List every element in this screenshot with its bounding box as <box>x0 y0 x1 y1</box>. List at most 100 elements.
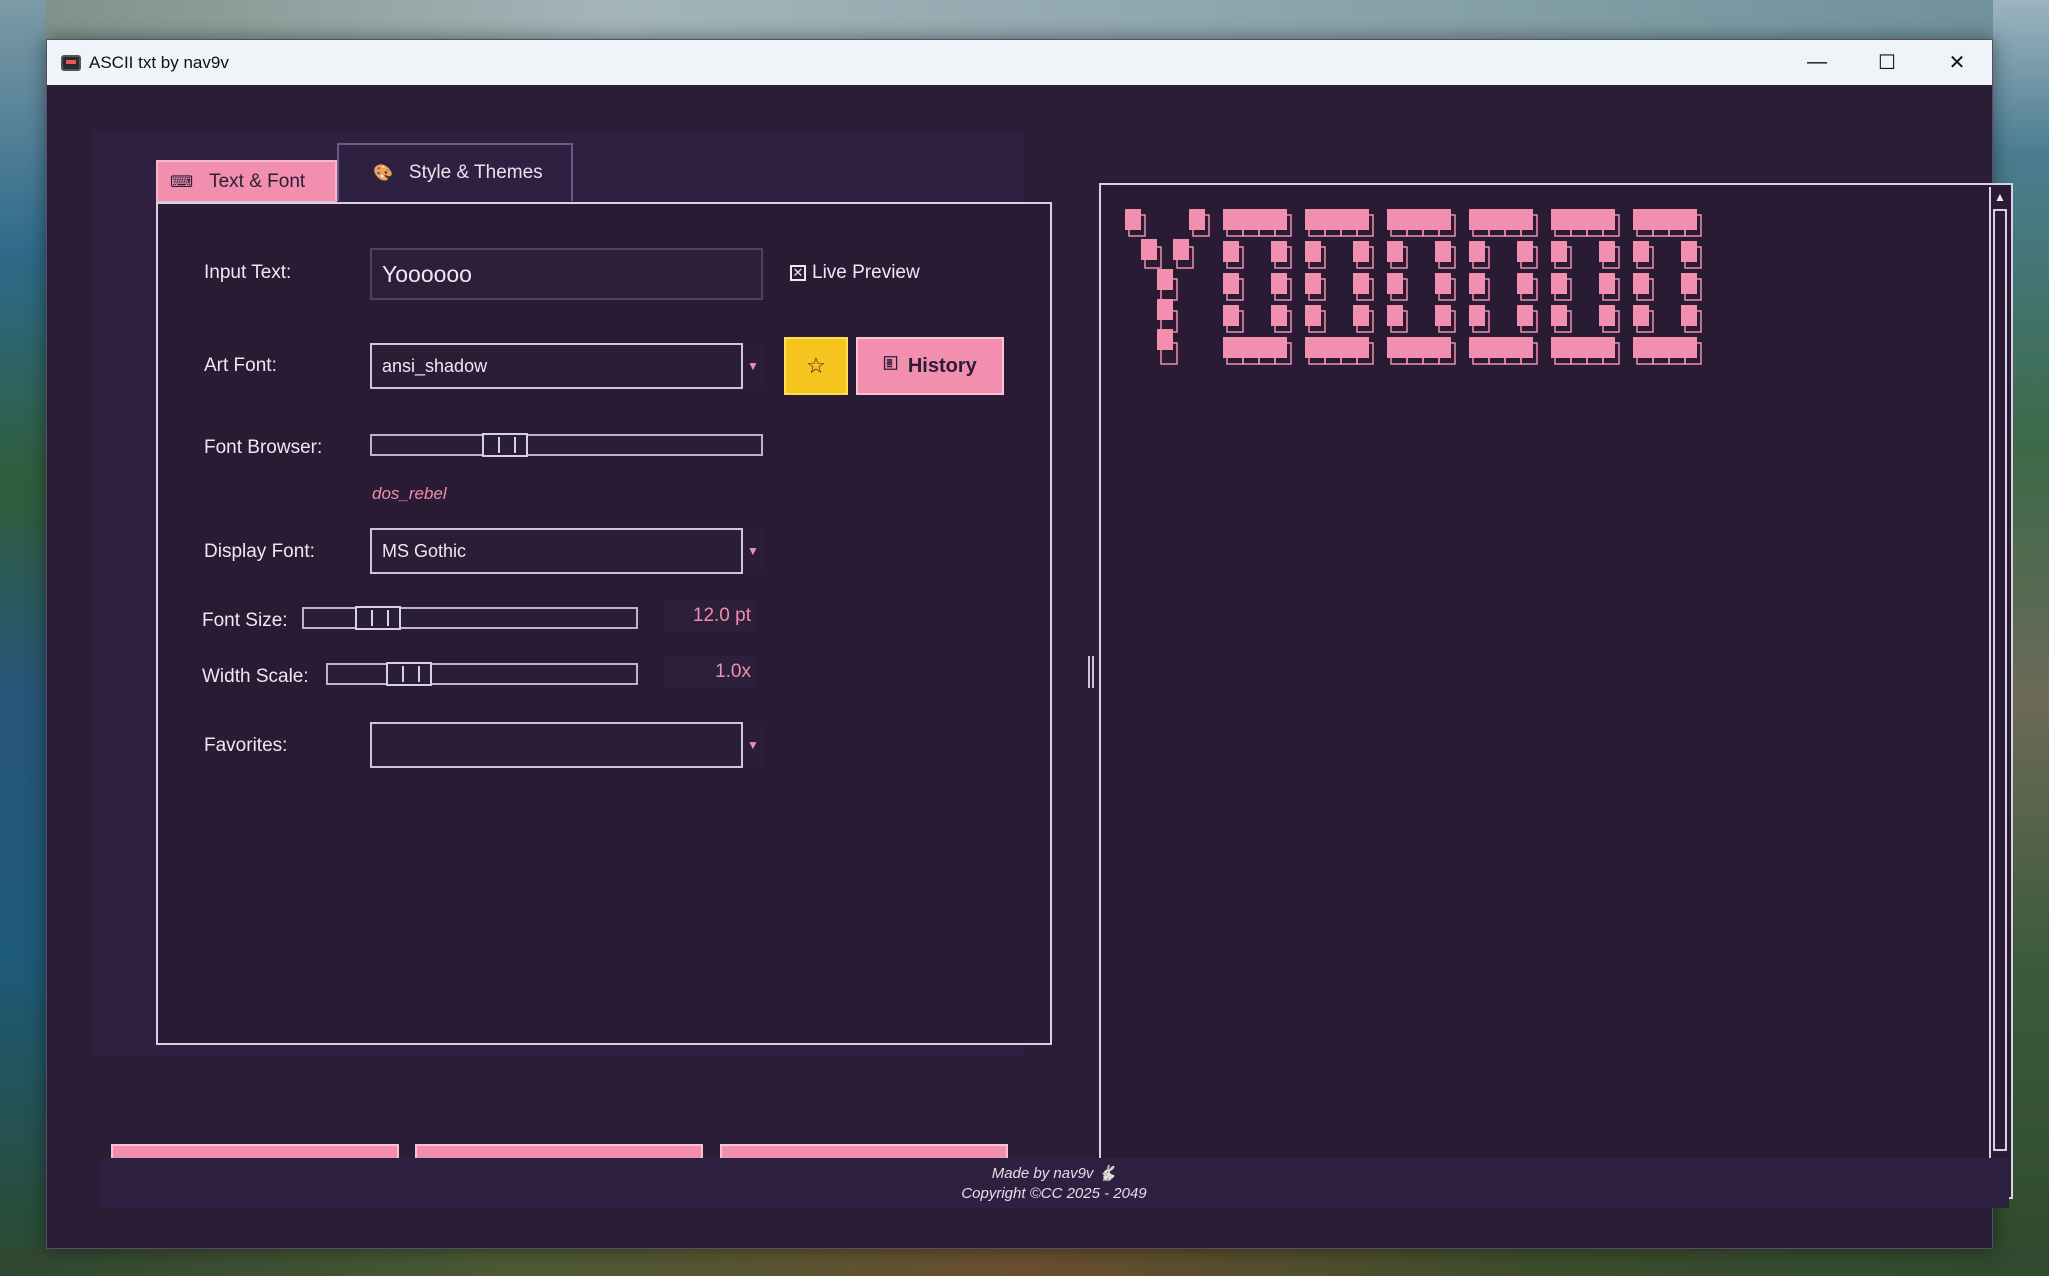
ascii-block <box>1223 209 1239 230</box>
vertical-scroll-track[interactable] <box>1993 209 2007 1151</box>
ascii-block <box>1599 273 1615 294</box>
slider-thumb[interactable] <box>386 662 432 686</box>
art-font-value: ansi_shadow <box>382 355 488 376</box>
font-browser-slider[interactable] <box>370 433 763 457</box>
width-scale-slider[interactable] <box>326 662 638 686</box>
ascii-block <box>1189 209 1205 230</box>
ascii-preview-pane[interactable]: ▲ ▼ ◀ ▶ <box>1099 183 2013 1199</box>
ascii-block <box>1501 337 1517 358</box>
ascii-block <box>1223 241 1239 262</box>
ascii-block <box>1469 273 1485 294</box>
ascii-block <box>1665 209 1681 230</box>
ascii-block <box>1583 209 1599 230</box>
ascii-block <box>1633 209 1649 230</box>
display-font-label: Display Font: <box>204 541 315 562</box>
client-area: ⌨ Text & Font 🎨 Style & Themes Input Tex… <box>47 85 2013 1248</box>
ascii-block <box>1157 299 1173 320</box>
ascii-block <box>1387 337 1403 358</box>
controls-panel: ⌨ Text & Font 🎨 Style & Themes Input Tex… <box>92 130 1052 1057</box>
ascii-block <box>1517 273 1533 294</box>
ascii-block <box>1681 209 1697 230</box>
ascii-block <box>1649 209 1665 230</box>
ascii-block <box>1305 273 1321 294</box>
ascii-block <box>1321 209 1337 230</box>
ascii-block <box>1353 337 1369 358</box>
tab-text-font[interactable]: ⌨ Text & Font <box>156 160 337 203</box>
ascii-block <box>1305 305 1321 326</box>
input-text-label: Input Text: <box>204 262 292 283</box>
ascii-glyph <box>1633 209 1702 365</box>
input-text-field[interactable]: Yoooooo <box>370 248 763 300</box>
title-bar[interactable]: ASCII txt by nav9v — ☐ ✕ <box>47 40 1992 85</box>
ascii-art-output <box>1125 209 1702 365</box>
font-size-label: Font Size: <box>202 610 288 631</box>
ascii-glyph <box>1469 209 1538 365</box>
close-button[interactable]: ✕ <box>1922 40 1992 85</box>
ascii-block <box>1321 337 1337 358</box>
ascii-glyph <box>1125 209 1210 365</box>
window-title: ASCII txt by nav9v <box>89 52 229 72</box>
ascii-block <box>1649 337 1665 358</box>
ascii-block <box>1681 241 1697 262</box>
slider-thumb[interactable] <box>355 606 401 630</box>
ascii-block <box>1633 273 1649 294</box>
footer: Made by nav9v 🐇 Copyright ©CC 2025 - 204… <box>99 1158 2009 1208</box>
display-font-select[interactable]: MS Gothic ▼ <box>370 528 763 574</box>
chevron-down-icon[interactable]: ▼ <box>741 722 763 768</box>
live-preview-checkbox[interactable]: ✕ Live Preview <box>790 262 920 284</box>
favorites-label: Favorites: <box>204 735 288 756</box>
maximize-button[interactable]: ☐ <box>1852 40 1922 85</box>
tab-style-themes[interactable]: 🎨 Style & Themes <box>337 143 573 201</box>
ascii-block <box>1485 337 1501 358</box>
terminal-icon <box>61 54 81 71</box>
tab-label: Style & Themes <box>408 162 543 183</box>
chevron-down-icon[interactable]: ▼ <box>741 343 763 389</box>
ascii-block <box>1681 273 1697 294</box>
ascii-block <box>1469 241 1485 262</box>
ascii-block <box>1337 337 1353 358</box>
favorites-select[interactable]: ▼ <box>370 722 763 768</box>
favorite-star-button[interactable]: ☆ <box>784 337 848 395</box>
vertical-scrollbar[interactable]: ▲ ▼ <box>1989 187 2009 1173</box>
ascii-block <box>1305 241 1321 262</box>
font-browser-hint: dos_rebel <box>372 484 447 503</box>
ascii-block <box>1517 337 1533 358</box>
history-button[interactable]: 🗉 History <box>856 337 1004 395</box>
ascii-block <box>1271 337 1287 358</box>
ascii-block <box>1173 239 1189 260</box>
minimize-button[interactable]: — <box>1782 40 1852 85</box>
ascii-block <box>1255 209 1271 230</box>
ascii-block <box>1551 337 1567 358</box>
font-size-slider[interactable] <box>302 606 638 630</box>
slider-thumb[interactable] <box>482 433 528 457</box>
scroll-up-icon[interactable]: ▲ <box>1991 187 2009 207</box>
width-scale-label: Width Scale: <box>202 666 309 687</box>
panel-splitter-handle[interactable] <box>1088 656 1094 688</box>
art-font-select[interactable]: ansi_shadow ▼ <box>370 343 763 389</box>
ascii-block <box>1633 241 1649 262</box>
live-preview-label: Live Preview <box>812 262 920 283</box>
ascii-block <box>1255 337 1271 358</box>
chevron-down-icon[interactable]: ▼ <box>741 528 763 574</box>
ascii-glyph <box>1305 209 1374 365</box>
ascii-block <box>1387 209 1403 230</box>
display-font-value: MS Gothic <box>382 540 467 561</box>
ascii-block <box>1387 273 1403 294</box>
tab-content: Input Text: Yoooooo ✕ Live Preview Art F… <box>156 202 1052 1045</box>
ascii-block <box>1141 239 1157 260</box>
ascii-block <box>1403 337 1419 358</box>
ascii-block <box>1501 209 1517 230</box>
ascii-block <box>1157 329 1173 350</box>
ascii-block <box>1271 241 1287 262</box>
footer-credit: Made by nav9v 🐇 <box>991 1165 1117 1182</box>
ascii-block <box>1599 305 1615 326</box>
ascii-block <box>1353 273 1369 294</box>
ascii-block <box>1305 209 1321 230</box>
ascii-block <box>1353 241 1369 262</box>
ascii-block <box>1551 305 1567 326</box>
keyboard-icon: ⌨ <box>170 173 194 191</box>
ascii-block <box>1305 337 1321 358</box>
ascii-block <box>1567 209 1583 230</box>
ascii-block <box>1599 241 1615 262</box>
ascii-block <box>1435 305 1451 326</box>
